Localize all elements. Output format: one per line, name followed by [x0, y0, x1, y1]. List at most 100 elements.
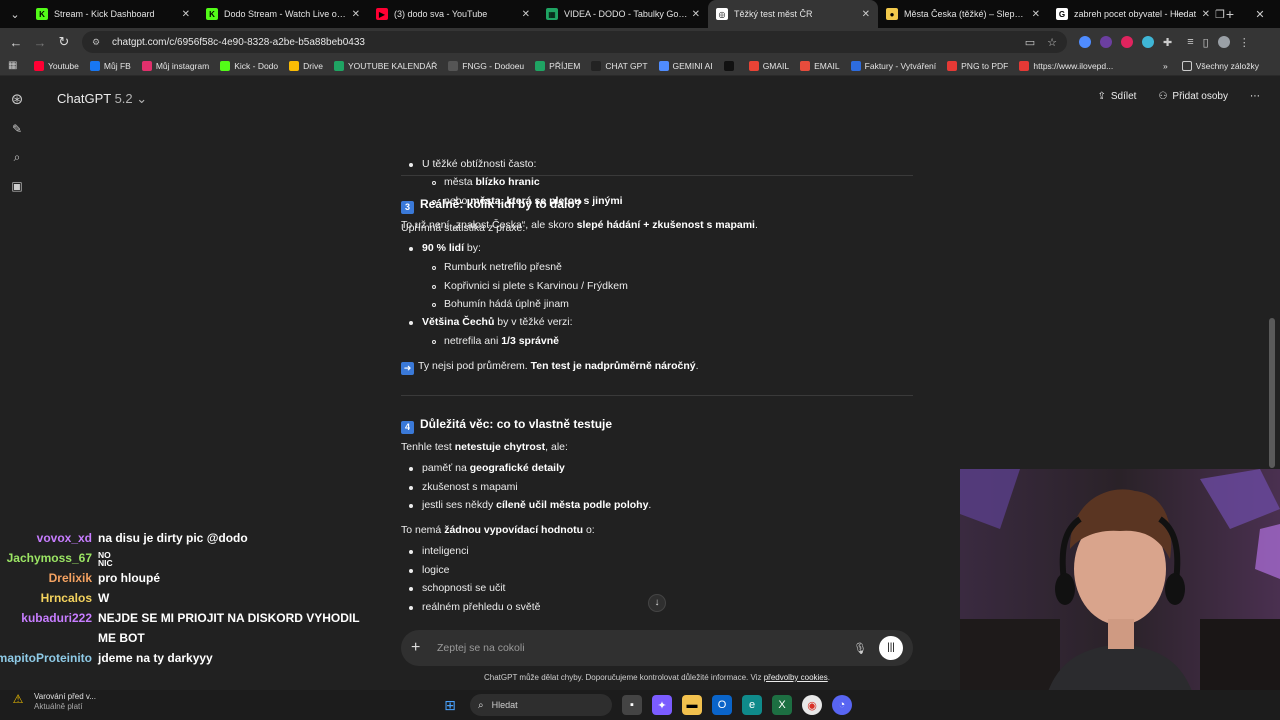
taskbar-apps: ⊞ ⌕ Hledat ▪ ✦ ▬ O e X ◉ ◔: [440, 690, 852, 720]
menu-icon[interactable]: ⋮: [1239, 36, 1250, 49]
chat-text: pro hloupé: [98, 571, 160, 585]
weather-warning-widget[interactable]: ⚠ Varování před v... Aktuálně platí: [10, 692, 96, 712]
copilot-icon[interactable]: ✦: [652, 695, 672, 715]
paragraph: ➜ Ty nejsi pod průměrem. Ten test je nadp…: [401, 357, 699, 376]
edge-icon[interactable]: e: [742, 695, 762, 715]
extension-icon[interactable]: [1079, 36, 1091, 48]
forward-icon[interactable]: →: [28, 35, 52, 50]
chat-text: W: [98, 591, 110, 605]
bookmark-item[interactable]: Kick - Dodo: [220, 60, 278, 71]
new-chat-icon[interactable]: ✎: [12, 122, 22, 136]
windows-start-icon[interactable]: ⊞: [440, 695, 460, 715]
bookmark-item[interactable]: PŘÍJEM: [535, 60, 580, 71]
close-tab-icon[interactable]: ✕: [692, 9, 700, 20]
all-bookmarks-button[interactable]: Všechny záložky: [1181, 61, 1259, 71]
close-tab-icon[interactable]: ✕: [182, 9, 190, 20]
cookie-preferences-link[interactable]: předvolby cookies: [764, 673, 828, 682]
library-icon[interactable]: ▣: [11, 179, 22, 193]
excel-icon[interactable]: X: [772, 695, 792, 715]
model-selector[interactable]: ChatGPT 5.2 ⌄: [57, 91, 147, 107]
share-button[interactable]: ⇪ Sdílet: [1097, 91, 1136, 102]
discord-icon[interactable]: ◔: [832, 695, 852, 715]
browser-tab[interactable]: K Dodo Stream - Watch Live on Kick ✕: [198, 0, 368, 28]
bookmark-item[interactable]: Můj FB: [89, 60, 131, 71]
chat-composer[interactable]: + Zeptej se na cokoli 🎙 |||: [401, 630, 913, 666]
bookmark-star-icon[interactable]: ☆: [1047, 36, 1057, 49]
apps-icon[interactable]: ▦: [8, 60, 22, 71]
url-bar[interactable]: ⚙ chatgpt.com/c/6956f58c-4e90-8328-a2be-…: [82, 31, 1067, 53]
chat-header-actions: ⇪ Sdílet ⚇ Přidat osoby ⋯: [1097, 91, 1260, 102]
sidebar-icon[interactable]: ▯: [1203, 36, 1209, 49]
bookmark-item[interactable]: GMAIL: [748, 60, 789, 71]
browser-tab[interactable]: ● Města Česka (těžké) – Slepé mapy ✕: [878, 0, 1048, 28]
close-tab-icon[interactable]: ✕: [862, 9, 870, 20]
bookmark-label: GEMINI AI: [672, 60, 713, 71]
tab-search-icon[interactable]: ⌄: [2, 3, 28, 25]
extension-icon[interactable]: [1142, 36, 1154, 48]
browser-tab[interactable]: ◎ Těžký test měst ČR ✕: [708, 0, 878, 28]
close-window-icon[interactable]: ✕: [1240, 8, 1280, 21]
maximize-icon[interactable]: ❐: [1200, 8, 1240, 21]
openai-logo-icon[interactable]: ⊛: [11, 90, 24, 108]
voice-mode-button[interactable]: |||: [879, 636, 903, 660]
arrow-right-icon: ➜: [401, 362, 414, 375]
microphone-icon[interactable]: 🎙: [853, 642, 867, 655]
back-icon[interactable]: ←: [4, 35, 28, 50]
bookmark-favicon-icon: [535, 60, 546, 71]
bookmark-item[interactable]: PNG to PDF: [947, 60, 1008, 71]
bookmark-label: CHAT GPT: [605, 60, 648, 71]
bookmark-favicon-icon: [800, 60, 811, 71]
divider: [401, 175, 913, 176]
browser-tab[interactable]: K Stream - Kick Dashboard ✕: [28, 0, 198, 28]
bullet: [432, 340, 436, 344]
bookmark-item[interactable]: FNGG - Dodoeu: [448, 60, 524, 71]
media-icon[interactable]: ≡: [1187, 36, 1193, 48]
minimize-icon[interactable]: —: [1160, 8, 1200, 20]
close-tab-icon[interactable]: ✕: [1032, 9, 1040, 20]
webcam-overlay: [960, 469, 1280, 720]
extensions-puzzle-icon[interactable]: ✚: [1163, 36, 1172, 49]
bookmark-item[interactable]: [723, 60, 738, 71]
bookmark-item[interactable]: Drive: [289, 60, 323, 71]
bookmark-item[interactable]: EMAIL: [800, 60, 840, 71]
bookmark-item[interactable]: CHAT GPT: [591, 60, 648, 71]
tab-favicon-icon: K: [206, 8, 218, 20]
tab-title: Dodo Stream - Watch Live on Kick: [224, 9, 348, 19]
paragraph: paměť na geografické detaily: [422, 462, 565, 474]
reload-icon[interactable]: ↻: [52, 34, 76, 50]
bullet: [409, 321, 413, 325]
composer-input[interactable]: Zeptej se na cokoli: [437, 642, 853, 654]
extension-icon[interactable]: [1121, 36, 1133, 48]
webcam-image: [960, 469, 1280, 720]
bookmarks-bar: ▦ Youtube Můj FB Můj instagram Kick - Dodo D…: [0, 56, 1280, 76]
bookmark-item[interactable]: Můj instagram: [141, 60, 209, 71]
taskbar-search[interactable]: ⌕ Hledat: [470, 694, 612, 716]
bookmark-item[interactable]: YOUTUBE KALENDÁŘ: [333, 60, 437, 71]
browser-tab[interactable]: ▦ VIDEA - DODO - Tabulky Google ✕: [538, 0, 708, 28]
extension-icon[interactable]: [1100, 36, 1112, 48]
chat-username: Drelixik: [48, 571, 92, 585]
chevron-down-icon: ⌄: [136, 91, 148, 106]
search-icon[interactable]: ⌕: [14, 150, 21, 165]
bookmark-item[interactable]: Youtube: [34, 60, 79, 71]
bookmark-item[interactable]: GEMINI AI: [658, 60, 713, 71]
file-explorer-icon[interactable]: ▬: [682, 695, 702, 715]
bookmark-item[interactable]: Faktury - Vytváření: [850, 60, 936, 71]
scroll-down-button[interactable]: ↓: [648, 594, 666, 612]
close-tab-icon[interactable]: ✕: [522, 9, 530, 20]
more-options-icon[interactable]: ⋯: [1250, 91, 1260, 102]
profile-avatar[interactable]: [1217, 36, 1230, 48]
bookmark-item[interactable]: https://www.ilovepd...: [1019, 60, 1113, 71]
chrome-icon[interactable]: ◉: [802, 695, 822, 715]
outlook-icon[interactable]: O: [712, 695, 732, 715]
add-attachment-icon[interactable]: +: [411, 639, 433, 657]
site-info-icon[interactable]: ⚙: [92, 37, 104, 48]
browser-tab[interactable]: ▶ (3) dodo sva - YouTube ✕: [368, 0, 538, 28]
close-tab-icon[interactable]: ✕: [352, 9, 360, 20]
chat-message: kubaduri222 NEJDE SE MI PRIOJIT NA DISKOR…: [0, 608, 380, 628]
task-view-icon[interactable]: ▪: [622, 695, 642, 715]
install-icon[interactable]: ▭: [1025, 36, 1035, 49]
add-people-button[interactable]: ⚇ Přidat osoby: [1158, 91, 1228, 102]
more-bookmarks-icon[interactable]: »: [1163, 61, 1168, 71]
scrollbar[interactable]: [1269, 318, 1275, 468]
